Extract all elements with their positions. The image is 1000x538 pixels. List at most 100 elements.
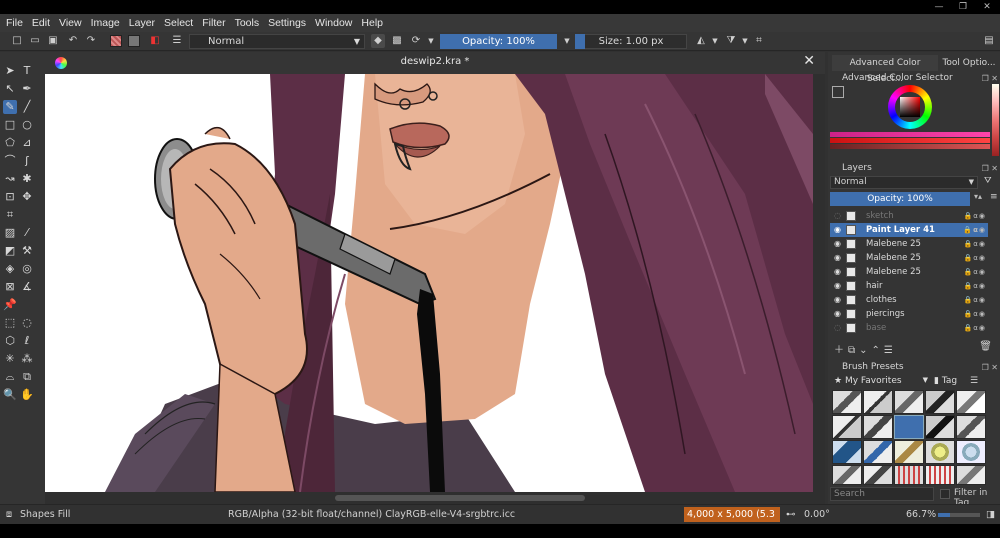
menu-view[interactable]: View xyxy=(59,17,82,29)
brush-preset-selected[interactable] xyxy=(894,415,924,439)
gradient-swatch[interactable] xyxy=(110,35,122,47)
close-document-icon[interactable]: ✕ xyxy=(803,53,815,69)
color-slider-2[interactable] xyxy=(830,138,990,143)
menu-tools[interactable]: Tools xyxy=(235,17,260,29)
contiguous-select-icon[interactable]: ✳ xyxy=(3,352,17,366)
rotation-icon[interactable]: ⊷ xyxy=(786,509,796,520)
layer-lock-alpha-icons[interactable]: 🔒α◉ xyxy=(964,293,986,307)
redo-icon[interactable]: ↷ xyxy=(84,34,98,48)
brush-search-input[interactable]: Search xyxy=(830,487,934,501)
layer-lock-alpha-icons[interactable]: 🔒α◉ xyxy=(964,321,986,335)
mirror-vertical-icon[interactable]: ⧩ xyxy=(724,34,738,48)
new-document-icon[interactable]: □ xyxy=(10,34,24,48)
mirror-horizontal-icon[interactable]: ◭ xyxy=(694,34,708,48)
brush-preset[interactable] xyxy=(894,440,924,464)
layer-row[interactable]: ◉ hair 🔒α◉ xyxy=(830,279,988,293)
brush-preset[interactable] xyxy=(925,440,955,464)
layer-lock-alpha-icons[interactable]: 🔒α◉ xyxy=(964,307,986,321)
panel-float-close-icon[interactable]: ❐ ✕ xyxy=(982,361,998,374)
brush-preset[interactable] xyxy=(863,465,893,485)
preserve-alpha-icon[interactable]: ▩ xyxy=(390,34,404,48)
rectangle-tool-icon[interactable]: □ xyxy=(3,118,17,132)
color-saturation-square[interactable] xyxy=(900,97,920,117)
close-window-icon[interactable]: ✕ xyxy=(980,1,994,13)
menu-select[interactable]: Select xyxy=(164,17,193,29)
menu-window[interactable]: Window xyxy=(315,17,352,29)
brush-preset[interactable] xyxy=(832,415,862,439)
add-layer-icon[interactable]: ＋ xyxy=(834,345,848,356)
brush-preset[interactable] xyxy=(925,390,955,414)
freehand-select-icon[interactable]: ℓ xyxy=(20,334,34,348)
layer-row[interactable]: ◌ sketch 🔒α◉ xyxy=(830,209,988,223)
tag-button[interactable]: ▮ Tag xyxy=(934,376,970,388)
brush-preset[interactable] xyxy=(925,415,955,439)
minimize-icon[interactable]: — xyxy=(932,1,946,13)
zoom-slider[interactable] xyxy=(938,513,980,517)
smart-patch-icon[interactable]: ⚒ xyxy=(20,244,34,258)
bezier-tool-icon[interactable]: ⌒ xyxy=(3,154,17,168)
chevron-down-icon[interactable]: ▼ xyxy=(560,34,574,48)
edit-brush-settings-icon[interactable]: ☰ xyxy=(170,34,184,48)
layer-lock-alpha-icons[interactable]: 🔒α◉ xyxy=(964,265,986,279)
select-shapes-icon[interactable]: ➤ xyxy=(3,64,17,78)
brush-preset[interactable] xyxy=(894,465,924,485)
menu-edit[interactable]: Edit xyxy=(32,17,50,29)
horizontal-scrollbar[interactable] xyxy=(45,492,825,504)
tab-advanced-color-selector[interactable]: Advanced Color Select... xyxy=(832,55,938,84)
brush-preset[interactable] xyxy=(832,465,862,485)
layer-opacity-stepper[interactable]: ▾▴ xyxy=(974,192,988,206)
undo-icon[interactable]: ↶ xyxy=(66,34,80,48)
layer-lock-alpha-icons[interactable]: 🔒α◉ xyxy=(964,279,986,293)
rect-select-icon[interactable]: ⬚ xyxy=(3,316,17,330)
horizontal-scroll-thumb[interactable] xyxy=(335,495,585,501)
brush-preset[interactable] xyxy=(863,415,893,439)
zoom-tool-icon[interactable]: 🔍 xyxy=(3,388,17,402)
layer-row[interactable]: ◉ clothes 🔒α◉ xyxy=(830,293,988,307)
open-document-icon[interactable]: ▭ xyxy=(28,34,42,48)
brush-preset[interactable] xyxy=(925,465,955,485)
move-layer-up-icon[interactable]: ⌃ xyxy=(872,345,884,356)
layer-row[interactable]: ◉ Malebene 25 🔒α◉ xyxy=(830,251,988,265)
fill-tool-icon[interactable]: ◈ xyxy=(3,262,17,276)
eye-hidden-icon[interactable]: ◌ xyxy=(834,209,842,223)
chevron-down-icon[interactable]: ▼ xyxy=(738,34,752,48)
view-mode-icon[interactable]: ☰ xyxy=(970,376,982,388)
freehand-brush-icon[interactable]: ✎ xyxy=(3,100,17,114)
similar-select-icon[interactable]: ⁂ xyxy=(20,352,34,366)
brush-preset[interactable] xyxy=(956,390,986,414)
enclose-fill-icon[interactable]: ◎ xyxy=(20,262,34,276)
edit-shapes-icon[interactable]: ↖ xyxy=(3,82,17,96)
favorites-dropdown[interactable]: ★ My Favorites ▼ xyxy=(834,376,930,388)
delete-layer-icon[interactable]: 🗑 xyxy=(979,341,996,352)
size-slider[interactable]: Size: 1.00 px xyxy=(575,34,687,49)
save-icon[interactable]: ▣ xyxy=(46,34,60,48)
measure-tool-icon[interactable]: ∡ xyxy=(20,280,34,294)
color-hue-ring[interactable] xyxy=(888,85,932,129)
eye-icon[interactable]: ◉ xyxy=(834,265,842,279)
calligraphy-icon[interactable]: ✒ xyxy=(20,82,34,96)
wrap-around-icon[interactable]: ⌗ xyxy=(752,34,766,48)
reference-tool-icon[interactable]: 📌 xyxy=(3,298,17,312)
vertical-scrollbar[interactable] xyxy=(813,74,825,492)
color-slider-1[interactable] xyxy=(830,132,990,137)
brush-preset[interactable] xyxy=(863,390,893,414)
brush-preset[interactable] xyxy=(956,415,986,439)
menu-image[interactable]: Image xyxy=(91,17,120,29)
line-tool-icon[interactable]: ╱ xyxy=(20,100,34,114)
eye-hidden-icon[interactable]: ◌ xyxy=(834,321,842,335)
chevron-down-icon[interactable]: ▼ xyxy=(424,34,438,48)
menu-file[interactable]: File xyxy=(6,17,23,29)
panel-float-close-icon[interactable]: ❐ ✕ xyxy=(982,162,998,175)
eye-icon[interactable]: ◉ xyxy=(834,251,842,265)
filter-in-tag-checkbox[interactable] xyxy=(940,489,950,499)
layer-blend-dropdown[interactable]: Normal ▼ xyxy=(830,176,978,189)
layer-lock-alpha-icons[interactable]: 🔒α◉ xyxy=(964,251,986,265)
layer-row[interactable]: ◉ Malebene 25 🔒α◉ xyxy=(830,265,988,279)
brush-preset[interactable] xyxy=(956,440,986,464)
color-slider-3[interactable] xyxy=(830,144,990,149)
layer-opacity-slider[interactable]: Opacity: 100% xyxy=(830,192,970,206)
brush-preset[interactable] xyxy=(956,465,986,485)
eraser-mode-icon[interactable]: ◆ xyxy=(371,34,385,48)
layer-properties-icon[interactable]: ☰ xyxy=(884,345,897,356)
polygon-select-icon[interactable]: ⬡ xyxy=(3,334,17,348)
